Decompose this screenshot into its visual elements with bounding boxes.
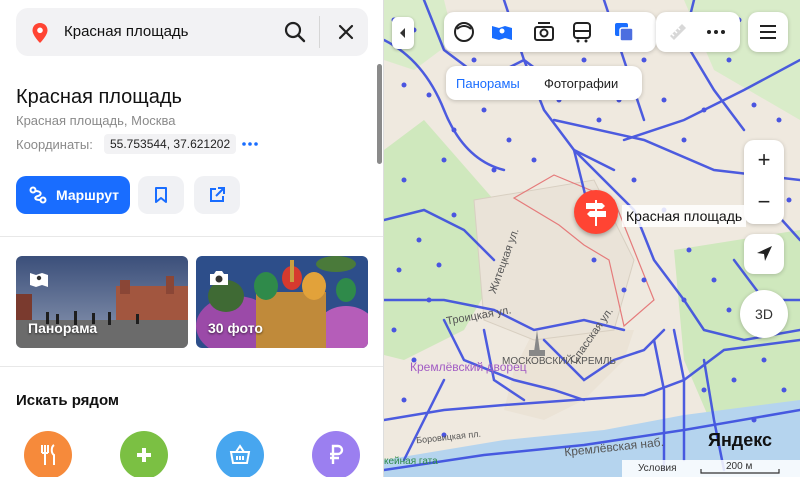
bus-icon[interactable] bbox=[570, 20, 594, 44]
scale-label: 200 м bbox=[726, 461, 753, 472]
chevron-left-icon bbox=[400, 28, 405, 38]
basket-icon bbox=[229, 444, 251, 464]
nearby-pharmacy-button[interactable] bbox=[120, 431, 168, 477]
terms-link[interactable]: Условия bbox=[638, 463, 677, 474]
zoom-in-button[interactable]: + bbox=[744, 140, 784, 180]
menu-button[interactable] bbox=[748, 12, 788, 52]
bookmark-button[interactable] bbox=[138, 176, 184, 214]
tab-photos[interactable]: Фотографии bbox=[544, 76, 618, 91]
camera-icon bbox=[210, 271, 228, 285]
place-marker[interactable] bbox=[574, 190, 618, 234]
traffic-camera-icon[interactable] bbox=[532, 20, 556, 44]
nearby-atm-button[interactable] bbox=[312, 431, 360, 477]
palace-label: Кремлёвский дворец bbox=[410, 360, 527, 374]
yandex-logo: Яндекс bbox=[708, 430, 773, 450]
place-marker-label: Красная площадь bbox=[622, 205, 747, 227]
search-box[interactable]: Красная площадь bbox=[16, 8, 368, 56]
ruble-icon bbox=[330, 444, 344, 464]
nearby-restaurants-button[interactable] bbox=[24, 431, 72, 477]
3d-toggle-button[interactable]: 3D bbox=[740, 290, 788, 338]
more-dots-icon[interactable] bbox=[704, 20, 728, 44]
zoom-out-button[interactable]: − bbox=[744, 182, 784, 222]
place-title: Красная площадь bbox=[16, 86, 182, 108]
map-footer: Условия 200 м bbox=[622, 460, 800, 477]
search-icon[interactable] bbox=[282, 19, 308, 45]
navigation-arrow-icon bbox=[757, 246, 772, 261]
fork-knife-icon bbox=[41, 444, 55, 465]
park-label: кейная гата bbox=[384, 456, 438, 467]
search-input[interactable]: Красная площадь bbox=[64, 23, 188, 40]
photos-card[interactable]: 30 фото bbox=[196, 256, 368, 348]
panorama-icon bbox=[30, 273, 48, 287]
place-panel: Красная площадь Красная площадь Красная … bbox=[0, 0, 384, 477]
section-divider bbox=[0, 366, 383, 367]
more-dots-icon[interactable] bbox=[240, 134, 260, 154]
panorama-card[interactable]: Панорама bbox=[16, 256, 188, 348]
panorama-label: Панорама bbox=[28, 320, 98, 336]
map-tools-toolbar bbox=[656, 12, 740, 52]
coords-label: Координаты: bbox=[16, 137, 93, 152]
search-divider bbox=[319, 16, 320, 48]
route-icon bbox=[29, 186, 47, 204]
map-view[interactable]: Панорамы Фотографии + − 3D Красная площа… bbox=[384, 0, 800, 477]
route-button[interactable]: Маршрут bbox=[16, 176, 130, 214]
location-pin-icon bbox=[32, 23, 48, 43]
share-button[interactable] bbox=[194, 176, 240, 214]
bookmark-icon bbox=[155, 187, 167, 203]
tab-panoramas[interactable]: Панорамы bbox=[456, 76, 520, 91]
maps-app: Красная площадь Красная площадь Красная … bbox=[0, 0, 800, 477]
layer-tabs: Панорамы Фотографии bbox=[446, 66, 642, 100]
share-icon bbox=[210, 187, 225, 202]
map-layers-toolbar bbox=[444, 12, 656, 52]
nearby-title: Искать рядом bbox=[16, 392, 120, 409]
route-button-label: Маршрут bbox=[56, 187, 120, 203]
my-location-button[interactable] bbox=[744, 234, 784, 274]
photos-label: 30 фото bbox=[208, 320, 263, 336]
coords-value[interactable]: 55.753544, 37.621202 bbox=[104, 134, 237, 154]
layers-icon[interactable] bbox=[612, 20, 636, 44]
plus-cross-icon bbox=[137, 448, 151, 462]
map-style-icon[interactable] bbox=[452, 20, 476, 44]
panorama-layer-icon[interactable] bbox=[490, 20, 514, 44]
collapse-panel-button[interactable] bbox=[392, 17, 414, 49]
hamburger-icon bbox=[760, 25, 776, 39]
nearby-shops-button[interactable] bbox=[216, 431, 264, 477]
place-address: Красная площадь, Москва bbox=[16, 113, 176, 128]
close-icon[interactable] bbox=[334, 20, 358, 44]
section-divider bbox=[0, 236, 383, 237]
ruler-icon[interactable] bbox=[666, 20, 690, 44]
signpost-icon bbox=[586, 200, 606, 226]
zoom-control: + − bbox=[744, 140, 784, 224]
panel-scrollbar[interactable] bbox=[377, 64, 382, 164]
